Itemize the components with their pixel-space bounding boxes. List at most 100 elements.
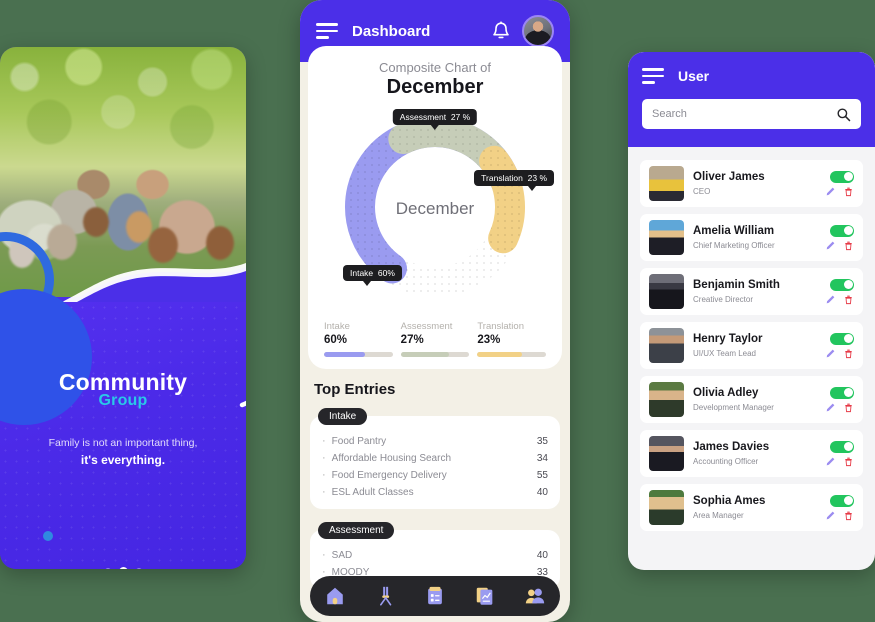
table-row[interactable]: Sophia Ames Area Manager: [640, 484, 863, 531]
pencil-icon[interactable]: [825, 348, 836, 359]
user-list: Oliver James CEO Amelia William Chief Ma…: [628, 147, 875, 539]
chart-title: December: [386, 76, 484, 98]
top-entries-section: Top Entries Intake · Food Pantry 35 · Af…: [310, 379, 560, 589]
bottom-navigation: [310, 576, 560, 616]
list-item[interactable]: · ESL Adult Classes 40: [322, 483, 548, 500]
user-info: Olivia Adley Development Manager: [693, 387, 825, 412]
entries-tag-intake: Intake: [318, 408, 368, 425]
trash-icon[interactable]: [843, 240, 854, 251]
user-name: Henry Taylor: [693, 333, 763, 346]
stat-assessment: Assessment 27%: [400, 321, 470, 357]
tagline: Family is not an important thing, it's e…: [18, 435, 228, 470]
status-toggle[interactable]: [830, 170, 854, 183]
user-panel: User Oliver James CEO: [628, 52, 875, 570]
pencil-icon[interactable]: [825, 294, 836, 305]
entry-value: 40: [536, 486, 548, 498]
user-role: Creative Director: [693, 294, 754, 304]
list-item[interactable]: · Food Emergency Delivery 55: [322, 466, 548, 483]
carousel-pager[interactable]: [0, 566, 246, 569]
list-item[interactable]: · Affordable Housing Search 34: [322, 449, 548, 466]
user-name: Amelia William: [693, 225, 775, 238]
clipboard-icon[interactable]: [424, 585, 446, 607]
trash-icon[interactable]: [843, 186, 854, 197]
user-role: Area Manager: [693, 510, 744, 520]
search-icon[interactable]: [836, 107, 851, 122]
user-role: Chief Marketing Officer: [693, 240, 775, 250]
table-row[interactable]: Benjamin Smith Creative Director: [640, 268, 863, 315]
intake-label-value: 60%: [377, 268, 395, 278]
user-info: Amelia William Chief Marketing Officer: [693, 225, 825, 250]
bell-icon[interactable]: [492, 20, 510, 42]
stat-translation-value: 23%: [477, 334, 501, 346]
user-name: Olivia Adley: [693, 387, 759, 400]
user-role: UI/UX Team Lead: [693, 348, 756, 358]
dashboard-phone: Dashboard Composite Chart of December De…: [300, 0, 570, 622]
hamburger-icon[interactable]: [316, 23, 338, 39]
trash-icon[interactable]: [843, 402, 854, 413]
user-name: Benjamin Smith: [693, 279, 780, 292]
status-toggle[interactable]: [830, 278, 854, 291]
entry-value: 55: [536, 469, 548, 481]
status-toggle[interactable]: [830, 224, 854, 237]
trash-icon[interactable]: [843, 294, 854, 305]
pager-dot-3[interactable]: [135, 568, 142, 569]
user-header-top: User: [642, 68, 861, 84]
microscope-icon[interactable]: [374, 585, 396, 607]
bullet-icon: ·: [322, 434, 326, 447]
stat-assessment-label: Assessment: [400, 321, 453, 332]
trash-icon[interactable]: [843, 348, 854, 359]
chart-card: Composite Chart of December December Ass…: [308, 46, 562, 369]
users-icon[interactable]: [524, 585, 546, 607]
entry-value: 40: [536, 549, 548, 561]
entry-name: Food Pantry: [331, 435, 387, 447]
pencil-icon[interactable]: [825, 510, 836, 521]
home-icon[interactable]: [324, 585, 346, 607]
bullet-icon: ·: [322, 468, 326, 481]
pencil-icon[interactable]: [825, 456, 836, 467]
status-toggle[interactable]: [830, 332, 854, 345]
assessment-label-value: 27 %: [450, 112, 471, 122]
list-item[interactable]: · SAD 40: [322, 546, 548, 563]
table-row[interactable]: James Davies Accounting Officer: [640, 430, 863, 477]
intake-label-text: Intake: [350, 268, 374, 278]
stat-translation-bar: [477, 352, 547, 357]
page-title: Dashboard: [352, 22, 431, 40]
list-item[interactable]: · Food Pantry 35: [322, 432, 548, 449]
avatar[interactable]: [522, 15, 554, 47]
search-bar[interactable]: [642, 99, 861, 129]
row-icon-group: [825, 456, 854, 467]
row-icon-group: [825, 348, 854, 359]
row-actions: [825, 440, 854, 467]
search-input[interactable]: [652, 108, 836, 120]
table-row[interactable]: Oliver James CEO: [640, 160, 863, 207]
trash-icon[interactable]: [843, 456, 854, 467]
swoosh-icon: [239, 400, 246, 408]
pencil-icon[interactable]: [825, 186, 836, 197]
avatar: [649, 490, 684, 525]
avatar: [649, 436, 684, 471]
translation-label-text: Translation: [481, 173, 523, 183]
pager-dot-2-active[interactable]: [118, 566, 128, 569]
status-toggle[interactable]: [830, 440, 854, 453]
pager-dot-1[interactable]: [104, 568, 111, 569]
entries-group-intake: Intake · Food Pantry 35 · Affordable Hou…: [310, 406, 560, 509]
table-row[interactable]: Amelia William Chief Marketing Officer: [640, 214, 863, 261]
table-row[interactable]: Olivia Adley Development Manager: [640, 376, 863, 423]
report-icon[interactable]: [474, 585, 496, 607]
hamburger-icon[interactable]: [642, 68, 664, 84]
trash-icon[interactable]: [843, 510, 854, 521]
stat-intake-value: 60%: [324, 334, 348, 346]
row-icon-group: [825, 186, 854, 197]
table-row[interactable]: Henry Taylor UI/UX Team Lead: [640, 322, 863, 369]
row-icon-group: [825, 240, 854, 251]
bullet-icon: ·: [322, 548, 326, 561]
pencil-icon[interactable]: [825, 402, 836, 413]
user-name: James Davies: [693, 441, 770, 454]
status-toggle[interactable]: [830, 494, 854, 507]
avatar: [649, 166, 684, 201]
status-toggle[interactable]: [830, 386, 854, 399]
row-icon-group: [825, 294, 854, 305]
pencil-icon[interactable]: [825, 240, 836, 251]
donut-label-translation: Translation 23 %: [474, 170, 554, 191]
avatar: [649, 220, 684, 255]
